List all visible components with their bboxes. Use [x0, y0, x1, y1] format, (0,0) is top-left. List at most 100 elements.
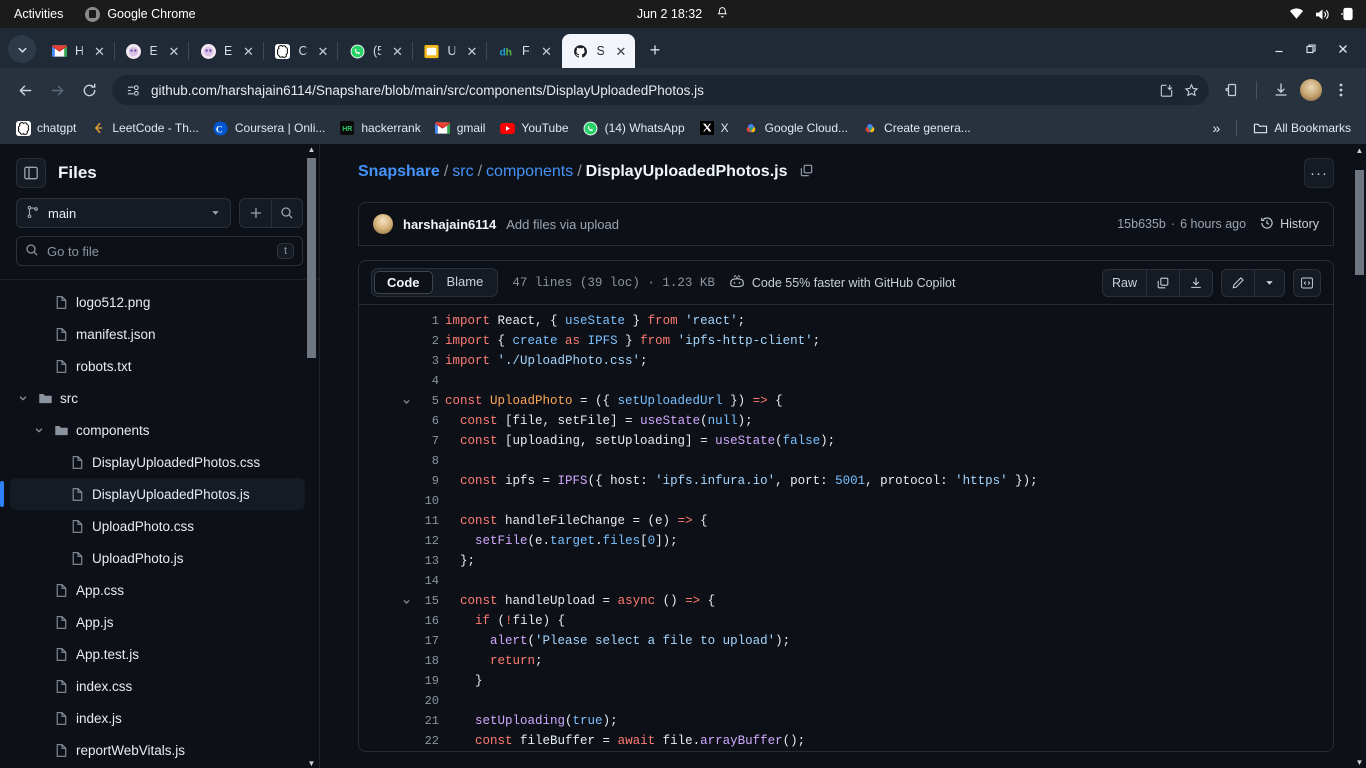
code-line[interactable]: [445, 491, 1333, 511]
code-line[interactable]: [445, 571, 1333, 591]
close-tab-icon[interactable]: ✕: [315, 43, 331, 59]
tree-item[interactable]: src: [10, 382, 305, 414]
close-tab-icon[interactable]: ✕: [166, 43, 182, 59]
copy-path-icon[interactable]: [799, 163, 814, 178]
copy-icon[interactable]: [1146, 269, 1179, 296]
wifi-icon[interactable]: [1289, 8, 1304, 20]
browser-tab[interactable]: Snapshare ✕: [561, 34, 635, 68]
bookmark-item[interactable]: X: [692, 117, 736, 139]
code-fold-icon[interactable]: [400, 597, 412, 606]
back-button[interactable]: [10, 75, 40, 105]
browser-tab[interactable]: ChatGPT ✕: [264, 34, 338, 68]
sidebar-toggle-icon[interactable]: [16, 158, 46, 188]
line-number[interactable]: 11: [419, 511, 439, 531]
bookmark-item[interactable]: chatgpt: [8, 117, 83, 139]
bookmark-item[interactable]: LeetCode - Th...: [83, 117, 206, 139]
tab-code[interactable]: Code: [374, 271, 433, 294]
code-line[interactable]: [445, 691, 1333, 711]
code-line[interactable]: const [file, setFile] = useState(null);: [445, 411, 1333, 431]
line-number[interactable]: 21: [419, 711, 439, 731]
code-line[interactable]: setUploading(true);: [445, 711, 1333, 731]
line-number[interactable]: 4: [419, 371, 439, 391]
site-settings-icon[interactable]: [126, 83, 141, 98]
battery-icon[interactable]: [1341, 7, 1354, 21]
line-number[interactable]: 18: [419, 651, 439, 671]
tab-search-button[interactable]: [8, 35, 36, 63]
bookmark-item[interactable]: C Coursera | Onli...: [206, 117, 332, 139]
line-number[interactable]: 13: [419, 551, 439, 571]
maximize-button[interactable]: [1296, 36, 1326, 62]
line-number[interactable]: 10: [419, 491, 439, 511]
line-number[interactable]: 3: [419, 351, 439, 371]
bookmark-item[interactable]: HR hackerrank: [332, 117, 427, 139]
copilot-promo[interactable]: Code 55% faster with GitHub Copilot: [729, 274, 955, 291]
bell-icon[interactable]: [716, 6, 729, 22]
code-line[interactable]: const [uploading, setUploading] = useSta…: [445, 431, 1333, 451]
chevron-down-icon[interactable]: [1254, 269, 1284, 296]
line-number[interactable]: 14: [419, 571, 439, 591]
download-icon[interactable]: [1179, 269, 1212, 296]
code-view-icon[interactable]: [1293, 268, 1321, 297]
active-app-indicator[interactable]: Google Chrome: [85, 6, 196, 22]
line-number[interactable]: 2: [419, 331, 439, 351]
code-line[interactable]: const fileBuffer = await file.arrayBuffe…: [445, 731, 1333, 751]
branch-selector[interactable]: main: [16, 198, 231, 228]
breadcrumb-part-components[interactable]: components: [486, 163, 573, 180]
tree-item[interactable]: App.test.js: [10, 638, 305, 670]
browser-tab[interactable]: HackFS 20 ✕: [40, 34, 114, 68]
close-tab-icon[interactable]: ✕: [539, 43, 555, 59]
bookmark-star-icon[interactable]: [1184, 83, 1199, 98]
code-line[interactable]: setFile(e.target.files[0]);: [445, 531, 1333, 551]
browser-tab[interactable]: ETHGlobal ✕: [189, 34, 263, 68]
downloads-icon[interactable]: [1266, 75, 1296, 105]
browser-tab[interactable]: dh Free Logo ✕: [487, 34, 561, 68]
bookmark-item[interactable]: Google Cloud...: [736, 117, 855, 139]
go-to-file-input[interactable]: Go to file t: [16, 236, 303, 266]
close-tab-icon[interactable]: ✕: [390, 43, 406, 59]
browser-tab[interactable]: Untitled p ✕: [413, 34, 487, 68]
new-tab-button[interactable]: +: [641, 36, 669, 64]
clock[interactable]: Jun 2 18:32: [637, 7, 702, 21]
bookmark-item[interactable]: YouTube: [492, 117, 575, 139]
profile-avatar[interactable]: [1300, 79, 1322, 101]
page-scrollbar[interactable]: ▲ ▼: [1353, 144, 1366, 768]
line-number[interactable]: 22: [419, 731, 439, 751]
commit-message[interactable]: Add files via upload: [506, 217, 619, 232]
bookmark-item[interactable]: Create genera...: [855, 117, 978, 139]
reload-button[interactable]: [74, 75, 104, 105]
commit-sha[interactable]: 15b635b: [1117, 217, 1166, 231]
line-number[interactable]: 16: [419, 611, 439, 631]
install-app-icon[interactable]: [1159, 83, 1174, 98]
line-number[interactable]: 12: [419, 531, 439, 551]
code-line[interactable]: };: [445, 551, 1333, 571]
code-lines[interactable]: import React, { useState } from 'react';…: [445, 305, 1333, 751]
line-number[interactable]: 5: [419, 391, 439, 411]
code-line[interactable]: import './UploadPhoto.css';: [445, 351, 1333, 371]
line-number[interactable]: 17: [419, 631, 439, 651]
close-tab-icon[interactable]: ✕: [92, 43, 108, 59]
tree-item[interactable]: logo512.png: [10, 286, 305, 318]
bookmark-item[interactable]: gmail: [428, 117, 493, 139]
tree-item[interactable]: UploadPhoto.js: [10, 542, 305, 574]
close-tab-icon[interactable]: ✕: [613, 43, 629, 59]
forward-button[interactable]: [42, 75, 72, 105]
code-line[interactable]: import React, { useState } from 'react';: [445, 311, 1333, 331]
tree-item[interactable]: UploadPhoto.css: [10, 510, 305, 542]
sidebar-scrollbar[interactable]: ▲ ▼: [306, 144, 317, 768]
code-line[interactable]: [445, 451, 1333, 471]
code-line[interactable]: }: [445, 671, 1333, 691]
commit-author[interactable]: harshajain6114: [403, 217, 496, 232]
breadcrumb-repo[interactable]: Snapshare: [358, 163, 440, 180]
tree-item[interactable]: App.js: [10, 606, 305, 638]
raw-button[interactable]: Raw: [1103, 270, 1146, 296]
breadcrumb-part-src[interactable]: src: [452, 163, 473, 180]
line-number[interactable]: 20: [419, 691, 439, 711]
code-line[interactable]: return;: [445, 651, 1333, 671]
history-button[interactable]: History: [1260, 216, 1319, 233]
browser-tab[interactable]: ETHGlobal ✕: [115, 34, 189, 68]
tree-item[interactable]: manifest.json: [10, 318, 305, 350]
close-tab-icon[interactable]: ✕: [241, 43, 257, 59]
all-bookmarks-button[interactable]: All Bookmarks: [1245, 117, 1358, 139]
close-tab-icon[interactable]: ✕: [464, 43, 480, 59]
minimize-button[interactable]: [1264, 36, 1294, 62]
